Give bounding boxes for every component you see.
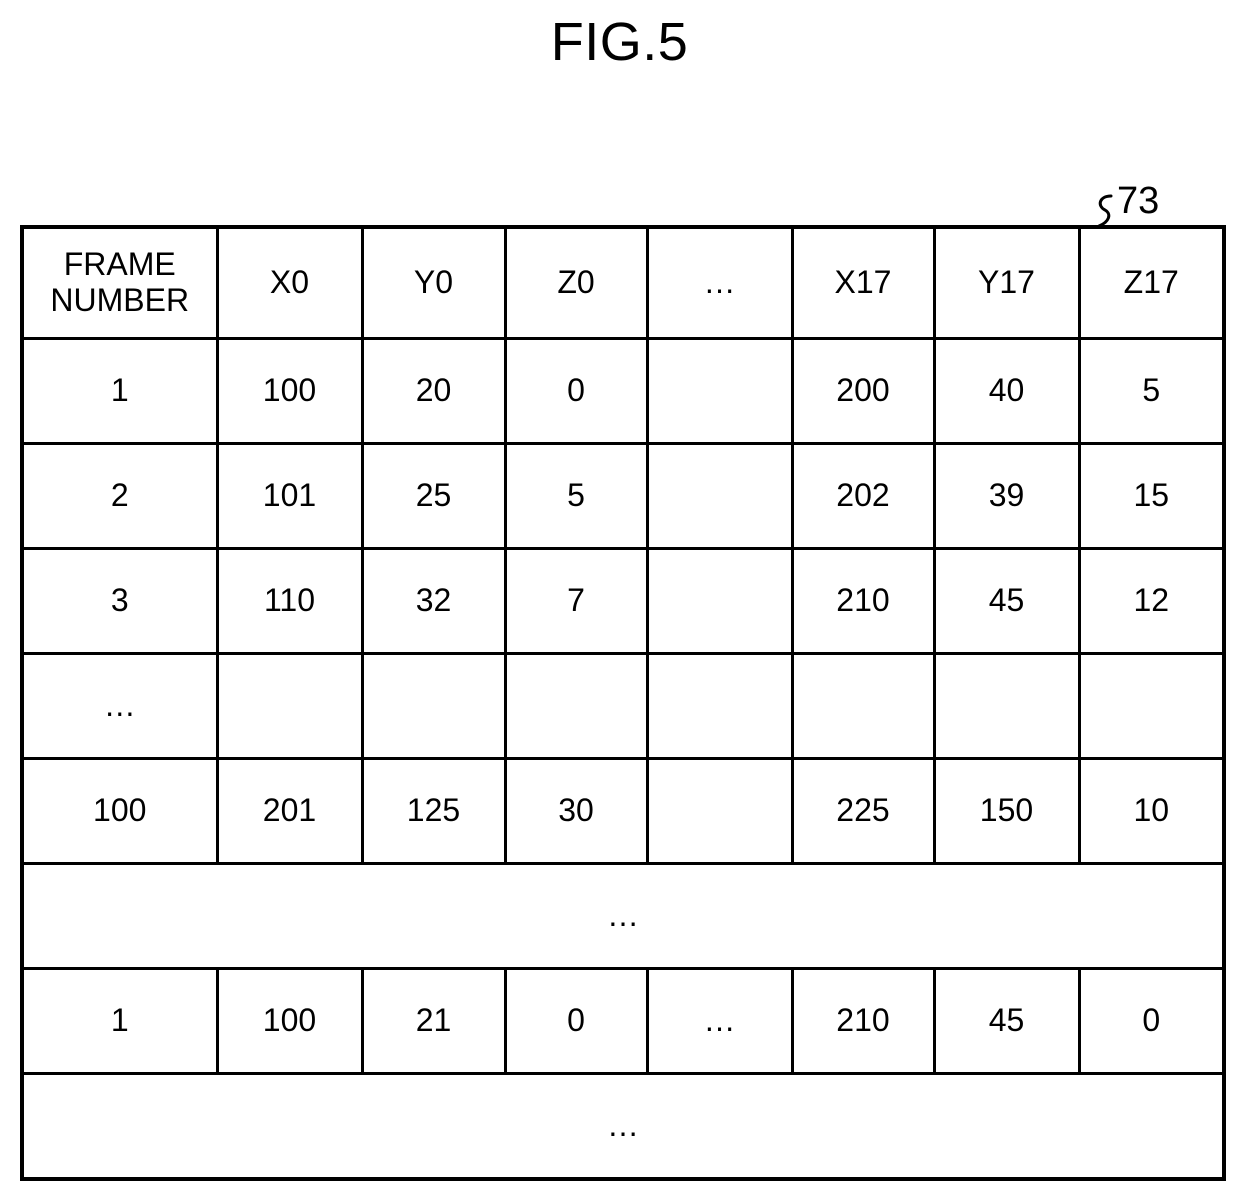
- column-header-4: …: [645, 227, 794, 340]
- column-header-text: X17: [834, 264, 892, 301]
- cell-value: [645, 337, 794, 445]
- cell-value: 5: [503, 442, 649, 550]
- cell-value: 30: [503, 757, 649, 865]
- cell-value: [932, 652, 1081, 760]
- column-header-text-second-line: NUMBER: [50, 282, 190, 318]
- cell-value: 0: [503, 337, 649, 445]
- cell-frame-number: 3: [22, 547, 219, 655]
- column-header-3: Z0: [503, 227, 649, 340]
- cell-value: 0: [503, 967, 649, 1075]
- cell-value: 32: [360, 547, 507, 655]
- table-ellipsis-row: …: [22, 1072, 1224, 1179]
- cell-frame-number: 1: [22, 337, 219, 445]
- cell-value: 45: [932, 967, 1081, 1075]
- cell-value: [645, 652, 794, 760]
- table-row: 100 201 125 30 225 150 10: [22, 757, 1224, 865]
- cell-value: 100: [215, 967, 364, 1075]
- cell-value: [1077, 652, 1224, 760]
- cell-value: 15: [1077, 442, 1224, 550]
- table-header-row: FRAME NUMBER X0 Y0 Z0 … X17 Y17 Z17: [22, 227, 1224, 340]
- cell-value: 5: [1077, 337, 1224, 445]
- column-header-text: Y0: [413, 264, 454, 301]
- cell-value: …: [645, 967, 794, 1075]
- cell-value: 225: [790, 757, 936, 865]
- cell-value: 210: [790, 967, 936, 1075]
- row-continuation-ellipsis: …: [22, 862, 1224, 970]
- cell-value: 100: [215, 337, 364, 445]
- cell-value: 25: [360, 442, 507, 550]
- cell-value: 45: [932, 547, 1081, 655]
- cell-value: 125: [360, 757, 507, 865]
- column-header-1: X0: [215, 227, 364, 340]
- cell-value: 39: [932, 442, 1081, 550]
- cell-frame-number: …: [22, 652, 219, 760]
- column-header-0: FRAME NUMBER: [22, 227, 219, 340]
- column-header-5: X17: [790, 227, 936, 340]
- column-header-text: Z0: [557, 264, 595, 301]
- cell-value: 150: [932, 757, 1081, 865]
- cell-value: 110: [215, 547, 364, 655]
- table-row: 1 100 20 0 200 40 5: [22, 337, 1224, 445]
- cell-value: [645, 442, 794, 550]
- cell-value: 201: [215, 757, 364, 865]
- table-row: 2 101 25 5 202 39 15: [22, 442, 1224, 550]
- column-header-text: FRAME: [63, 246, 176, 283]
- cell-value: 20: [360, 337, 507, 445]
- table-row: 1 100 21 0… 210 45 0: [22, 967, 1224, 1075]
- motion-data-table: FRAME NUMBER X0 Y0 Z0… X17 Y17 Z17 1 100 20 0 200 40 5…: [20, 225, 1226, 1181]
- cell-frame-number: 2: [22, 442, 219, 550]
- column-header-text: X0: [269, 264, 310, 301]
- column-header-text: Y17: [978, 264, 1035, 301]
- table-row: 3 110 32 7 210 45 12: [22, 547, 1224, 655]
- row-continuation-ellipsis: …: [22, 1072, 1224, 1179]
- table-row: …: [22, 652, 1224, 760]
- cell-value: 10: [1077, 757, 1224, 865]
- cell-value: 210: [790, 547, 936, 655]
- column-header-6: Y17: [932, 227, 1081, 340]
- cell-value: 101: [215, 442, 364, 550]
- cell-value: 202: [790, 442, 936, 550]
- cell-frame-number: 1: [22, 967, 219, 1075]
- column-header-text: …: [703, 264, 736, 301]
- cell-value: [503, 652, 649, 760]
- column-header-text: Z17: [1123, 264, 1179, 301]
- cell-value: 0: [1077, 967, 1224, 1075]
- cell-value: [645, 547, 794, 655]
- cell-value: 21: [360, 967, 507, 1075]
- cell-value: 40: [932, 337, 1081, 445]
- cell-value: [790, 652, 936, 760]
- cell-value: [215, 652, 364, 760]
- cell-value: [360, 652, 507, 760]
- cell-value: 12: [1077, 547, 1224, 655]
- cell-frame-number: 100: [22, 757, 219, 865]
- cell-value: 200: [790, 337, 936, 445]
- table-ellipsis-row: …: [22, 862, 1224, 970]
- cell-value: [645, 757, 794, 865]
- cell-value: 7: [503, 547, 649, 655]
- figure-title: FIG.5: [550, 12, 689, 72]
- column-header-7: Z17: [1077, 227, 1224, 340]
- column-header-2: Y0: [360, 227, 507, 340]
- motion-data-table-wrapper: FRAME NUMBER X0 Y0 Z0… X17 Y17 Z17 1 100 20 0 200 40 5…: [20, 225, 1226, 1181]
